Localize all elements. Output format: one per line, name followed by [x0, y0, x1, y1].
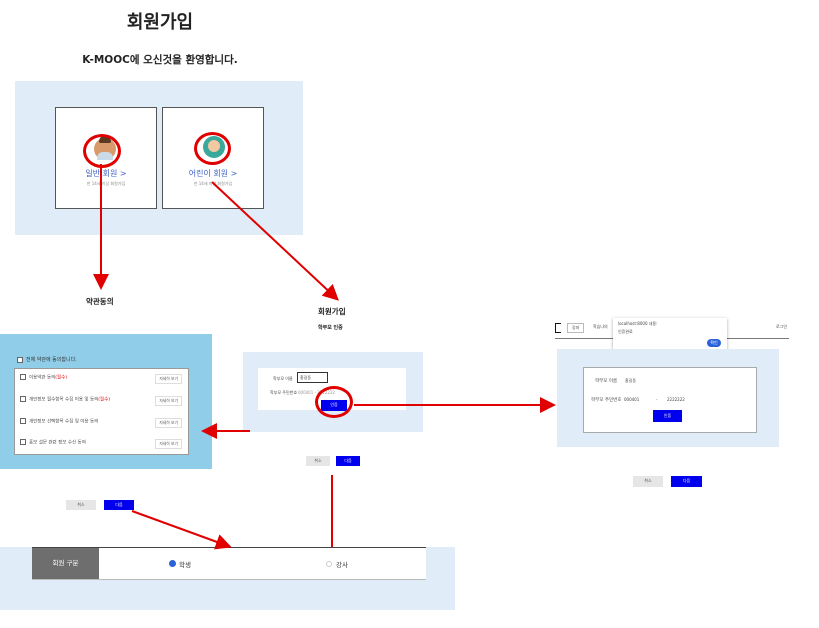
arrow-next-to-role — [131, 510, 232, 550]
arrow-child-to-signup — [211, 181, 339, 301]
flow-arrows — [93, 164, 556, 550]
